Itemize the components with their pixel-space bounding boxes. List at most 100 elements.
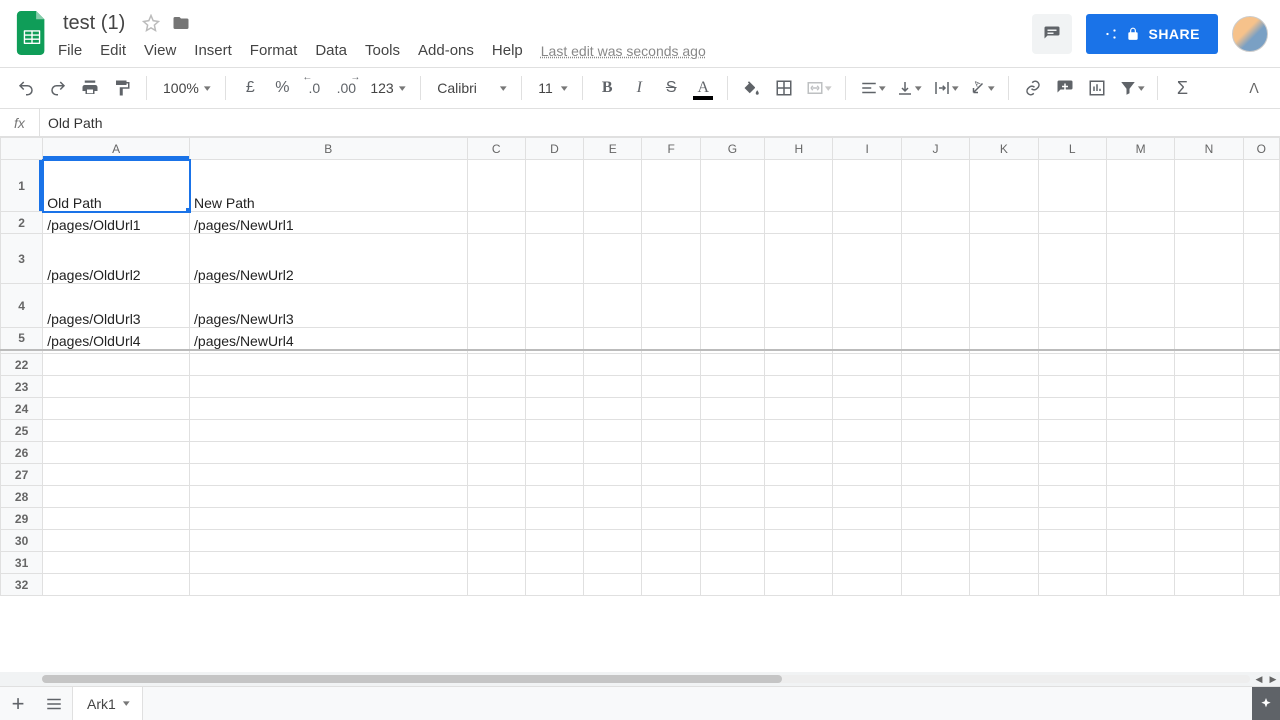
cell-O22[interactable] <box>1243 354 1279 376</box>
cell-L28[interactable] <box>1038 486 1106 508</box>
cell-D28[interactable] <box>525 486 583 508</box>
cell-B23[interactable] <box>190 376 468 398</box>
cell-O27[interactable] <box>1243 464 1279 486</box>
cell-K30[interactable] <box>970 530 1038 552</box>
cell-A27[interactable] <box>43 464 190 486</box>
cell-M32[interactable] <box>1106 574 1174 596</box>
filter-icon[interactable]: ▾ <box>1115 74 1148 102</box>
cell-J23[interactable] <box>901 376 969 398</box>
cell-N28[interactable] <box>1175 486 1243 508</box>
cell-B32[interactable] <box>190 574 468 596</box>
cell-A26[interactable] <box>43 442 190 464</box>
move-folder-icon[interactable] <box>172 14 190 32</box>
cell-K1[interactable] <box>970 160 1038 212</box>
column-header-I[interactable]: I <box>833 138 901 160</box>
cell-E22[interactable] <box>584 354 642 376</box>
column-header-J[interactable]: J <box>901 138 969 160</box>
cell-F5[interactable] <box>642 328 700 350</box>
bold-icon[interactable]: B <box>593 74 621 102</box>
cell-C28[interactable] <box>467 486 525 508</box>
cell-J4[interactable] <box>901 284 969 328</box>
cell-C30[interactable] <box>467 530 525 552</box>
cell-C25[interactable] <box>467 420 525 442</box>
cell-B3[interactable]: /pages/NewUrl2 <box>190 234 468 284</box>
row-header-1[interactable]: 1 <box>1 160 43 212</box>
cell-A25[interactable] <box>43 420 190 442</box>
cell-D4[interactable] <box>525 284 583 328</box>
sheets-logo-icon[interactable] <box>12 8 52 58</box>
cell-L32[interactable] <box>1038 574 1106 596</box>
cell-D23[interactable] <box>525 376 583 398</box>
column-header-E[interactable]: E <box>584 138 642 160</box>
spreadsheet-grid[interactable]: ABCDEFGHIJKLMNO1Old PathNew Path2/pages/… <box>0 137 1280 672</box>
cell-M31[interactable] <box>1106 552 1174 574</box>
cell-H26[interactable] <box>765 442 833 464</box>
cell-N24[interactable] <box>1175 398 1243 420</box>
cell-D26[interactable] <box>525 442 583 464</box>
row-header-26[interactable]: 26 <box>1 442 43 464</box>
cell-M4[interactable] <box>1106 284 1174 328</box>
cell-L30[interactable] <box>1038 530 1106 552</box>
cell-K26[interactable] <box>970 442 1038 464</box>
cell-O5[interactable] <box>1243 328 1279 350</box>
cell-F28[interactable] <box>642 486 700 508</box>
row-header-5[interactable]: 5 <box>1 328 43 350</box>
cell-N2[interactable] <box>1175 212 1243 234</box>
cell-E27[interactable] <box>584 464 642 486</box>
cell-K5[interactable] <box>970 328 1038 350</box>
cell-N22[interactable] <box>1175 354 1243 376</box>
cell-O31[interactable] <box>1243 552 1279 574</box>
cell-A24[interactable] <box>43 398 190 420</box>
cell-J5[interactable] <box>901 328 969 350</box>
cell-J28[interactable] <box>901 486 969 508</box>
vertical-align-icon[interactable]: ▾ <box>892 74 925 102</box>
cell-O25[interactable] <box>1243 420 1279 442</box>
cell-K28[interactable] <box>970 486 1038 508</box>
cell-M2[interactable] <box>1106 212 1174 234</box>
cell-N5[interactable] <box>1175 328 1243 350</box>
text-rotation-icon[interactable]: A▾ <box>965 74 998 102</box>
row-header-24[interactable]: 24 <box>1 398 43 420</box>
cell-F29[interactable] <box>642 508 700 530</box>
column-header-G[interactable]: G <box>700 138 764 160</box>
cell-D25[interactable] <box>525 420 583 442</box>
cell-J25[interactable] <box>901 420 969 442</box>
cell-A4[interactable]: /pages/OldUrl3 <box>43 284 190 328</box>
cell-O30[interactable] <box>1243 530 1279 552</box>
fill-color-icon[interactable] <box>738 74 766 102</box>
insert-comment-icon[interactable] <box>1051 74 1079 102</box>
cell-D32[interactable] <box>525 574 583 596</box>
number-format-select[interactable]: 123▾ <box>364 80 410 96</box>
cell-N29[interactable] <box>1175 508 1243 530</box>
cell-H4[interactable] <box>765 284 833 328</box>
cell-E4[interactable] <box>584 284 642 328</box>
cell-M30[interactable] <box>1106 530 1174 552</box>
cell-K27[interactable] <box>970 464 1038 486</box>
cell-M28[interactable] <box>1106 486 1174 508</box>
cell-I31[interactable] <box>833 552 901 574</box>
cell-F4[interactable] <box>642 284 700 328</box>
cell-H1[interactable] <box>765 160 833 212</box>
cell-K29[interactable] <box>970 508 1038 530</box>
cell-H29[interactable] <box>765 508 833 530</box>
cell-E24[interactable] <box>584 398 642 420</box>
print-icon[interactable] <box>76 74 104 102</box>
cell-O32[interactable] <box>1243 574 1279 596</box>
row-header-25[interactable]: 25 <box>1 420 43 442</box>
cell-C24[interactable] <box>467 398 525 420</box>
cell-K22[interactable] <box>970 354 1038 376</box>
cell-I4[interactable] <box>833 284 901 328</box>
cell-A29[interactable] <box>43 508 190 530</box>
menu-insert[interactable]: Insert <box>194 42 232 59</box>
last-edit-link[interactable]: Last edit was seconds ago <box>541 43 706 59</box>
column-header-D[interactable]: D <box>525 138 583 160</box>
cell-L5[interactable] <box>1038 328 1106 350</box>
column-header-K[interactable]: K <box>970 138 1038 160</box>
formula-input[interactable]: Old Path <box>40 115 1280 131</box>
cell-E28[interactable] <box>584 486 642 508</box>
cell-C3[interactable] <box>467 234 525 284</box>
cell-O29[interactable] <box>1243 508 1279 530</box>
cell-D3[interactable] <box>525 234 583 284</box>
cell-H3[interactable] <box>765 234 833 284</box>
cell-D31[interactable] <box>525 552 583 574</box>
